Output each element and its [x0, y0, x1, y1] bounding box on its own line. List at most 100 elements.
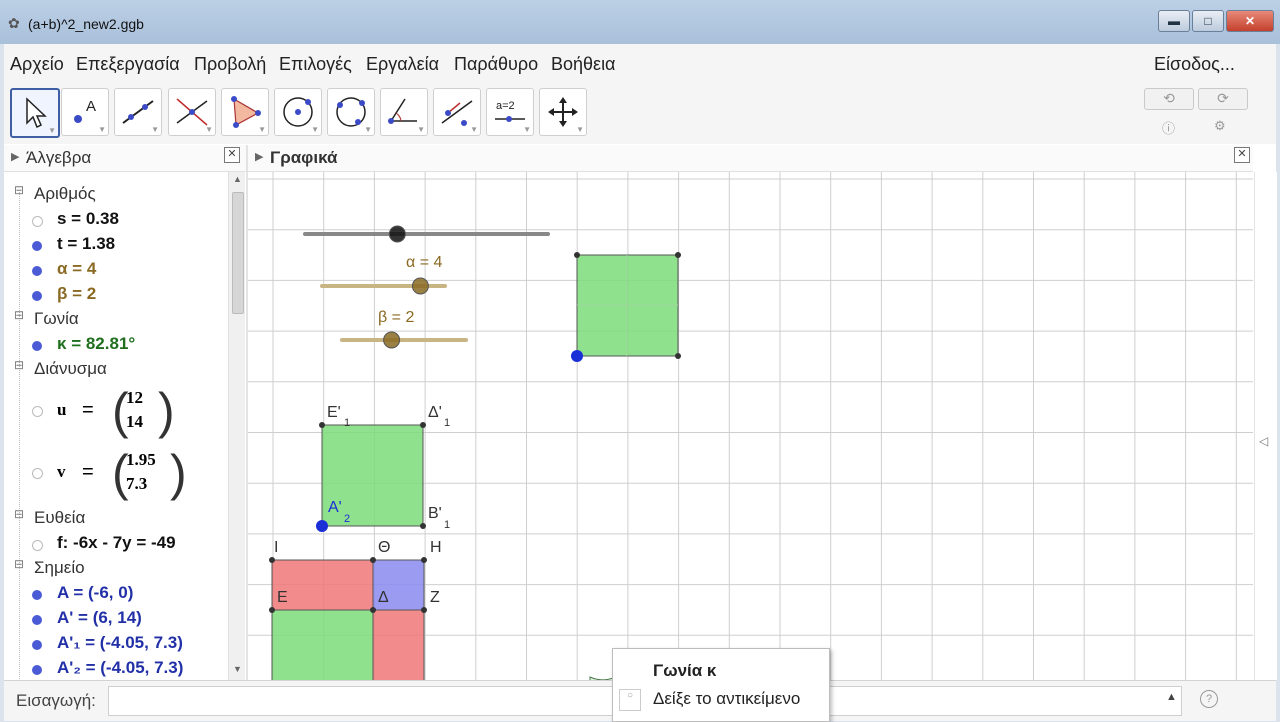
undo-button[interactable]: ⟲	[1144, 88, 1194, 110]
point[interactable]	[269, 607, 275, 613]
algebra-vector[interactable]: v =(1.95 7.3)	[4, 446, 228, 502]
point[interactable]	[370, 557, 376, 563]
tool-move[interactable]: ▼	[10, 88, 60, 138]
point-label[interactable]: E	[277, 589, 288, 606]
point[interactable]	[420, 422, 426, 428]
rect-red-right[interactable]	[372, 609, 425, 680]
close-button[interactable]: ✕	[1226, 10, 1274, 32]
algebra-vector[interactable]: u =(12 14)	[4, 384, 228, 440]
tool-circle-3-points[interactable]: ▼	[327, 88, 375, 136]
point-label[interactable]: A'	[328, 499, 342, 516]
point[interactable]	[421, 557, 427, 563]
vector-name: u	[57, 400, 67, 419]
menu-tools[interactable]: Εργαλεία	[366, 54, 439, 75]
redo-button[interactable]: ⟳	[1198, 88, 1248, 110]
point-label[interactable]: Θ	[378, 539, 390, 556]
point-label[interactable]: B'	[428, 505, 442, 522]
visibility-toggle[interactable]	[32, 615, 42, 625]
menu-window[interactable]: Παράθυρο	[454, 54, 538, 75]
close-graphics-button[interactable]: ✕	[1234, 147, 1250, 163]
square-green-bottom[interactable]	[271, 609, 374, 680]
menu-file[interactable]: Αρχείο	[10, 54, 64, 75]
point-label[interactable]: 1	[444, 417, 450, 429]
visibility-toggle[interactable]	[32, 291, 42, 301]
slider-knob[interactable]	[411, 277, 429, 295]
point-label[interactable]: E'	[327, 404, 341, 421]
algebra-scrollbar[interactable]: ▲ ▼	[228, 172, 245, 680]
point[interactable]	[269, 557, 275, 563]
point-blue[interactable]	[571, 350, 583, 362]
scroll-down-icon[interactable]: ▼	[233, 664, 242, 674]
tool-move-view[interactable]: ▼	[539, 88, 587, 136]
collapse-icon[interactable]: ⊟	[14, 358, 24, 372]
point[interactable]	[370, 607, 376, 613]
context-menu-title: Γωνία κ	[653, 661, 717, 680]
expand-left-icon[interactable]: ◁	[1259, 434, 1268, 448]
slider-label[interactable]: α = 4	[406, 254, 442, 271]
algebra-header: ▶ Άλγεβρα ✕	[4, 145, 246, 172]
point[interactable]	[421, 607, 427, 613]
point-label[interactable]: H	[430, 539, 442, 556]
point-label[interactable]: I	[274, 539, 278, 556]
menu-options[interactable]: Επιλογές	[279, 54, 352, 75]
point[interactable]	[675, 353, 681, 359]
collapse-icon[interactable]: ⊟	[14, 557, 24, 571]
visibility-toggle[interactable]	[32, 665, 42, 675]
tool-line[interactable]: ▼	[114, 88, 162, 136]
close-algebra-button[interactable]: ✕	[224, 147, 240, 163]
slider-knob[interactable]	[388, 225, 406, 243]
point-blue[interactable]	[316, 520, 328, 532]
input-help-button[interactable]: ?	[1200, 690, 1218, 708]
signin-link[interactable]: Είσοδος...	[1154, 54, 1235, 75]
graphics-header: ▶ Γραφικά ✕	[248, 145, 1253, 172]
collapse-icon[interactable]: ⊟	[14, 183, 24, 197]
visibility-toggle[interactable]	[32, 640, 42, 650]
tool-angle[interactable]: ▼	[380, 88, 428, 136]
visibility-toggle[interactable]	[32, 590, 42, 600]
gear-icon[interactable]: ⚙	[1214, 118, 1226, 134]
visibility-toggle[interactable]	[32, 266, 42, 276]
collapse-icon[interactable]: ⊟	[14, 308, 24, 322]
tool-point[interactable]: A ▼	[61, 88, 109, 136]
scroll-thumb[interactable]	[232, 192, 244, 314]
slider-knob[interactable]	[383, 331, 401, 349]
visibility-toggle[interactable]	[32, 241, 42, 251]
collapse-icon[interactable]: ⊟	[14, 507, 24, 521]
point[interactable]	[675, 252, 681, 258]
show-object-item[interactable]: Δείξε το αντικείμενο	[653, 689, 800, 709]
visibility-toggle[interactable]	[32, 468, 43, 479]
visibility-toggle[interactable]	[32, 341, 42, 351]
point-label[interactable]: 1	[344, 417, 350, 429]
minimize-button[interactable]: ▬	[1158, 10, 1190, 32]
tool-polygon[interactable]: ▼	[221, 88, 269, 136]
point-label[interactable]: 1	[444, 519, 450, 531]
visibility-toggle[interactable]	[32, 540, 43, 551]
side-panel-toggle[interactable]: ◁	[1254, 172, 1277, 680]
graphics-view[interactable]: α = 4β = 2E'1Δ'1A'2B'1IΘHEΔZABΓκ = 82.81…	[248, 172, 1253, 680]
menu-help[interactable]: Βοήθεια	[551, 54, 615, 75]
point[interactable]	[574, 252, 580, 258]
scroll-up-icon[interactable]: ▲	[233, 174, 242, 184]
point[interactable]	[319, 422, 325, 428]
algebra-category-label: Διάνυσμα	[34, 359, 107, 378]
visibility-toggle[interactable]	[32, 216, 43, 227]
tool-circle[interactable]: ▼	[274, 88, 322, 136]
tool-slider[interactable]: a=2 ▼	[486, 88, 534, 136]
tool-reflect[interactable]: ▼	[433, 88, 481, 136]
tool-perpendicular[interactable]: ▼	[168, 88, 216, 136]
collapse-algebra-icon[interactable]: ▶	[11, 150, 19, 163]
point-label[interactable]: Δ'	[428, 404, 442, 421]
point[interactable]	[420, 523, 426, 529]
help-icon[interactable]: ⓘ	[1162, 118, 1175, 137]
graphics-canvas[interactable]: α = 4β = 2E'1Δ'1A'2B'1IΘHEΔZABΓκ = 82.81…	[248, 172, 1253, 680]
point-label[interactable]: 2	[344, 513, 350, 525]
maximize-button[interactable]: □	[1192, 10, 1224, 32]
point-label[interactable]: Z	[430, 589, 440, 606]
menu-edit[interactable]: Επεξεργασία	[76, 54, 180, 75]
point-label[interactable]: Δ	[378, 589, 389, 606]
collapse-graphics-icon[interactable]: ▶	[255, 150, 263, 163]
menu-view[interactable]: Προβολή	[194, 54, 266, 75]
slider-label[interactable]: β = 2	[378, 309, 414, 326]
visibility-toggle[interactable]	[32, 406, 43, 417]
input-spinner-icon[interactable]: ▲	[1166, 691, 1177, 703]
